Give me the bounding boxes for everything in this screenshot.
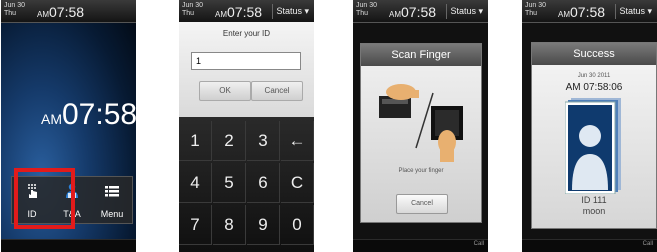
key-1[interactable]: 1 <box>179 121 212 161</box>
user-photo-icon <box>565 98 621 194</box>
status-dropdown[interactable]: Status ▾ <box>272 4 312 19</box>
screen-scan-finger: Jun 30 Thu AM07:58 Status ▾ Scan Finger … <box>353 0 488 252</box>
key-9[interactable]: 9 <box>247 205 280 245</box>
status-bar: Jun 30 Thu AM07:58 Status ▾ <box>179 0 314 23</box>
key-4[interactable]: 4 <box>179 163 212 203</box>
status-date-weekday: Thu <box>356 10 369 17</box>
success-title: Success <box>532 43 656 65</box>
status-time: AM07:58 <box>215 4 262 22</box>
status-date-weekday: Thu <box>4 10 17 17</box>
bottom-bar <box>1 239 136 252</box>
screen-success: Jun 30 Thu AM07:58 Status ▾ Success Jun … <box>522 0 657 252</box>
home-clock: AM07:58 <box>41 98 136 132</box>
id-button-highlight <box>14 168 75 229</box>
success-dialog: Success Jun 30 2011 AM 07:58:06 ID 111 m… <box>531 42 657 229</box>
id-input[interactable]: 1 <box>191 52 301 70</box>
home-clock-time: 07:58 <box>62 98 136 131</box>
list-menu-icon <box>105 186 119 197</box>
status-ampm: AM <box>215 10 227 19</box>
status-time-value: 07:58 <box>570 4 606 20</box>
screen-home: Jun 30 Thu AM07:58 AM07:58 ID T&A Menu <box>1 0 136 252</box>
cancel-button[interactable]: Cancel <box>251 81 303 101</box>
status-dropdown[interactable]: Status ▾ <box>615 4 655 19</box>
home-clock-ampm: AM <box>41 111 62 127</box>
status-ampm: AM <box>37 10 49 19</box>
status-date: Jun 30 Thu <box>182 2 203 18</box>
status-time-value: 07:58 <box>401 4 437 20</box>
status-time: AM07:58 <box>37 4 84 22</box>
key-8[interactable]: 8 <box>213 205 246 245</box>
fingerprint-scanner-icon <box>379 84 463 162</box>
status-date-day: Jun 30 <box>525 2 547 9</box>
key-5[interactable]: 5 <box>213 163 246 203</box>
status-ampm: AM <box>389 10 401 19</box>
key-backspace[interactable]: ← <box>281 121 314 161</box>
key-7[interactable]: 7 <box>179 205 212 245</box>
success-date: Jun 30 2011 <box>577 73 611 79</box>
status-date: Jun 30 Thu <box>356 2 377 18</box>
status-bar: Jun 30 Thu AM07:58 <box>1 0 136 23</box>
status-time: AM07:58 <box>389 4 436 22</box>
cancel-button[interactable]: Cancel <box>396 194 448 214</box>
status-ampm: AM <box>558 10 570 19</box>
success-time: AM 07:58:06 <box>565 82 623 93</box>
status-dropdown[interactable]: Status ▾ <box>446 4 486 19</box>
scan-finger-hint: Place your finger <box>398 168 444 174</box>
key-3[interactable]: 3 <box>247 121 280 161</box>
key-6[interactable]: 6 <box>247 163 280 203</box>
menu-button-label: Menu <box>100 209 124 219</box>
status-bar: Jun 30 Thu AM07:58 Status ▾ <box>353 0 488 23</box>
scan-finger-dialog: Scan Finger Place your finger Cancel <box>360 43 482 223</box>
key-clear[interactable]: C <box>281 163 314 203</box>
status-date-weekday: Thu <box>182 10 195 17</box>
status-time-value: 07:58 <box>49 4 85 20</box>
screen-enter-id: Jun 30 Thu AM07:58 Status ▾ Enter your I… <box>179 0 314 252</box>
ok-button[interactable]: OK <box>199 81 251 101</box>
id-entry-title: Enter your ID <box>222 29 271 38</box>
status-date: Jun 30 Thu <box>525 2 546 18</box>
status-date-day: Jun 30 <box>356 2 378 9</box>
call-button[interactable]: Call <box>474 241 484 247</box>
status-time-value: 07:58 <box>227 4 263 20</box>
status-date-day: Jun 30 <box>182 2 204 9</box>
status-date-day: Jun 30 <box>4 2 26 9</box>
bottom-bar: Call <box>353 239 488 252</box>
status-date-weekday: Thu <box>525 10 538 17</box>
menu-button[interactable]: Menu <box>92 177 132 223</box>
key-0[interactable]: 0 <box>281 205 314 245</box>
status-time: AM07:58 <box>558 4 605 22</box>
success-user-name: moon <box>582 206 606 216</box>
key-2[interactable]: 2 <box>213 121 246 161</box>
call-button[interactable]: Call <box>643 241 653 247</box>
id-entry-panel: Enter your ID 1 OK Cancel <box>179 22 314 117</box>
success-user-id: ID 111 <box>581 195 607 205</box>
scan-finger-title: Scan Finger <box>361 44 481 66</box>
bottom-bar: Call <box>522 239 657 252</box>
numeric-keypad: 1 2 3 ← 4 5 6 C 7 8 9 0 <box>179 117 314 252</box>
status-date: Jun 30 Thu <box>4 2 25 18</box>
status-bar: Jun 30 Thu AM07:58 Status ▾ <box>522 0 657 23</box>
